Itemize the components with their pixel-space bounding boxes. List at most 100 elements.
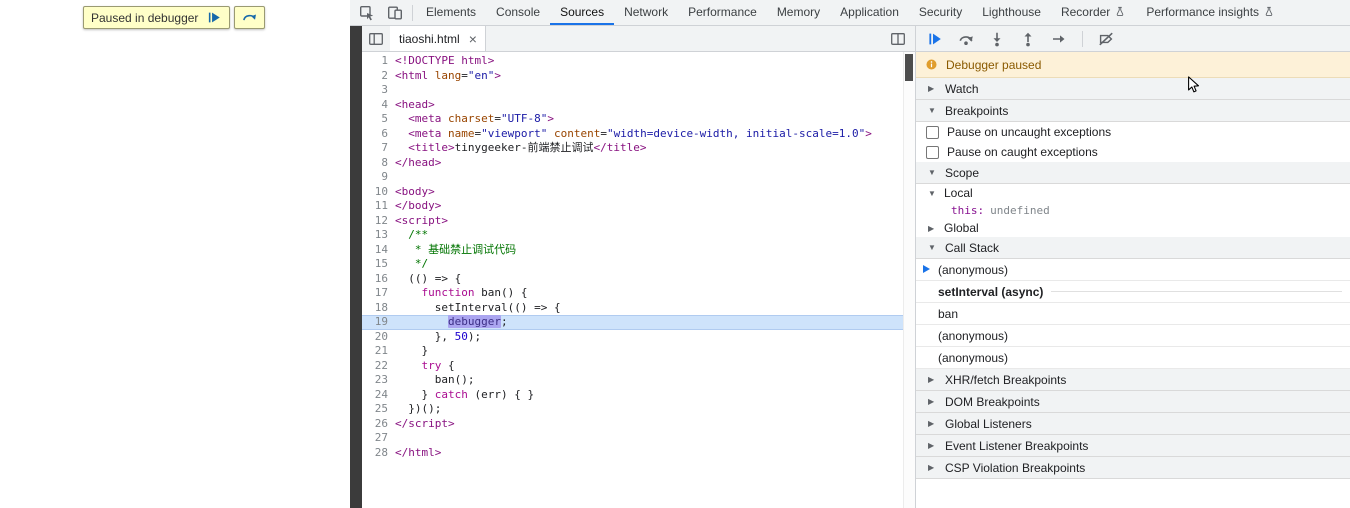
line-number[interactable]: 28 [362, 446, 395, 461]
tab-lighthouse[interactable]: Lighthouse [972, 0, 1051, 25]
code-text[interactable]: try { [395, 359, 455, 374]
code-text[interactable]: </head> [395, 156, 441, 171]
line-number[interactable]: 22 [362, 359, 395, 374]
code-text[interactable]: * 基础禁止调试代码 [395, 243, 516, 258]
line-number[interactable]: 14 [362, 243, 395, 258]
line-number[interactable]: 16 [362, 272, 395, 287]
checkbox-box[interactable] [926, 126, 939, 139]
line-number[interactable]: 15 [362, 257, 395, 272]
section-dom-breakpoints[interactable]: ▶DOM Breakpoints [916, 391, 1350, 413]
code-text[interactable]: } catch (err) { } [395, 388, 534, 403]
line-number[interactable]: 2 [362, 69, 395, 84]
page-scrollbar[interactable] [350, 26, 362, 508]
line-number[interactable]: 1 [362, 54, 395, 69]
checkbox-pause-on-caught-exceptions[interactable]: Pause on caught exceptions [916, 142, 1350, 162]
line-number[interactable]: 5 [362, 112, 395, 127]
code-text[interactable]: <body> [395, 185, 435, 200]
code-text[interactable]: <meta name="viewport" content="width=dev… [395, 127, 872, 142]
section-watch[interactable]: ▶Watch [916, 78, 1350, 100]
code-text[interactable]: }, 50); [395, 330, 481, 345]
code-text[interactable]: (() => { [395, 272, 461, 287]
code-text[interactable]: setInterval(() => { [395, 301, 561, 316]
callstack-frame[interactable]: (anonymous) [916, 325, 1350, 347]
section-breakpoints[interactable]: ▼Breakpoints [916, 100, 1350, 122]
deactivate-breakpoints-icon[interactable] [1098, 31, 1114, 47]
scrollbar-thumb[interactable] [905, 54, 913, 81]
line-number[interactable]: 13 [362, 228, 395, 243]
line-number[interactable]: 11 [362, 199, 395, 214]
tab-sources[interactable]: Sources [550, 0, 614, 25]
code-text[interactable]: /** [395, 228, 428, 243]
toggle-navigator-icon[interactable] [362, 31, 390, 47]
line-number[interactable]: 12 [362, 214, 395, 229]
panel-columns-icon[interactable] [881, 31, 915, 47]
tab-performance[interactable]: Performance [678, 0, 767, 25]
line-number[interactable]: 3 [362, 83, 395, 98]
inspect-icon[interactable] [359, 5, 375, 21]
section-scope[interactable]: ▼Scope [916, 162, 1350, 184]
line-number[interactable]: 27 [362, 431, 395, 446]
device-toolbar-icon[interactable] [387, 5, 403, 21]
callstack-frame[interactable]: (anonymous) [916, 347, 1350, 369]
code-text[interactable]: <script> [395, 214, 448, 229]
code-text[interactable]: debugger; [395, 315, 508, 330]
tab-performance-insights[interactable]: Performance insights [1136, 0, 1285, 25]
line-number[interactable]: 25 [362, 402, 395, 417]
tab-application[interactable]: Application [830, 0, 909, 25]
section-global-listeners[interactable]: ▶Global Listeners [916, 413, 1350, 435]
code-text[interactable]: ban(); [395, 373, 474, 388]
tab-security[interactable]: Security [909, 0, 972, 25]
code-text[interactable]: </html> [395, 446, 441, 461]
code-text[interactable]: */ [395, 257, 428, 272]
code-text[interactable]: <title>tinygeeker-前端禁止调试</title> [395, 141, 646, 156]
file-tab[interactable]: tiaoshi.html × [390, 26, 486, 51]
callstack-frame[interactable]: ban [916, 303, 1350, 325]
code-text[interactable]: <!DOCTYPE html> [395, 54, 494, 69]
code-text[interactable]: } [395, 344, 428, 359]
line-number[interactable]: 17 [362, 286, 395, 301]
code-text[interactable]: function ban() { [395, 286, 527, 301]
section-csp-violation-breakpoints[interactable]: ▶CSP Violation Breakpoints [916, 457, 1350, 479]
tab-memory[interactable]: Memory [767, 0, 830, 25]
code-text[interactable]: </body> [395, 199, 441, 214]
tab-recorder[interactable]: Recorder [1051, 0, 1136, 25]
tab-elements[interactable]: Elements [416, 0, 486, 25]
tab-network[interactable]: Network [614, 0, 678, 25]
line-number[interactable]: 18 [362, 301, 395, 316]
section-event-listener-breakpoints[interactable]: ▶Event Listener Breakpoints [916, 435, 1350, 457]
scope-local[interactable]: ▼Local [916, 184, 1350, 202]
checkbox-box[interactable] [926, 146, 939, 159]
banner-resume-button[interactable] [207, 10, 222, 25]
callstack-frame[interactable]: (anonymous) [916, 259, 1350, 281]
line-number[interactable]: 6 [362, 127, 395, 142]
line-number[interactable]: 26 [362, 417, 395, 432]
step-over-icon[interactable] [958, 31, 974, 47]
line-number[interactable]: 7 [362, 141, 395, 156]
line-number[interactable]: 19 [362, 315, 395, 330]
step-out-icon[interactable] [1020, 31, 1036, 47]
line-number[interactable]: 24 [362, 388, 395, 403]
editor-scrollbar[interactable] [903, 52, 915, 508]
step-icon[interactable] [1051, 31, 1067, 47]
checkbox-pause-on-uncaught-exceptions[interactable]: Pause on uncaught exceptions [916, 122, 1350, 142]
banner-step-over-button[interactable] [234, 6, 265, 29]
code-text[interactable]: })(); [395, 402, 441, 417]
section-xhr-fetch-breakpoints[interactable]: ▶XHR/fetch Breakpoints [916, 369, 1350, 391]
resume-icon[interactable] [927, 31, 943, 47]
step-into-icon[interactable] [989, 31, 1005, 47]
line-number[interactable]: 9 [362, 170, 395, 185]
line-number[interactable]: 20 [362, 330, 395, 345]
line-number[interactable]: 10 [362, 185, 395, 200]
line-number[interactable]: 4 [362, 98, 395, 113]
code-text[interactable]: <head> [395, 98, 435, 113]
line-number[interactable]: 23 [362, 373, 395, 388]
line-number[interactable]: 21 [362, 344, 395, 359]
close-icon[interactable]: × [467, 32, 479, 46]
line-number[interactable]: 8 [362, 156, 395, 171]
section-call-stack[interactable]: ▼Call Stack [916, 237, 1350, 259]
code-text[interactable]: <html lang="en"> [395, 69, 501, 84]
tab-console[interactable]: Console [486, 0, 550, 25]
code-text[interactable]: </script> [395, 417, 455, 432]
code-text[interactable]: <meta charset="UTF-8"> [395, 112, 554, 127]
scope-global[interactable]: ▶Global [916, 219, 1350, 237]
